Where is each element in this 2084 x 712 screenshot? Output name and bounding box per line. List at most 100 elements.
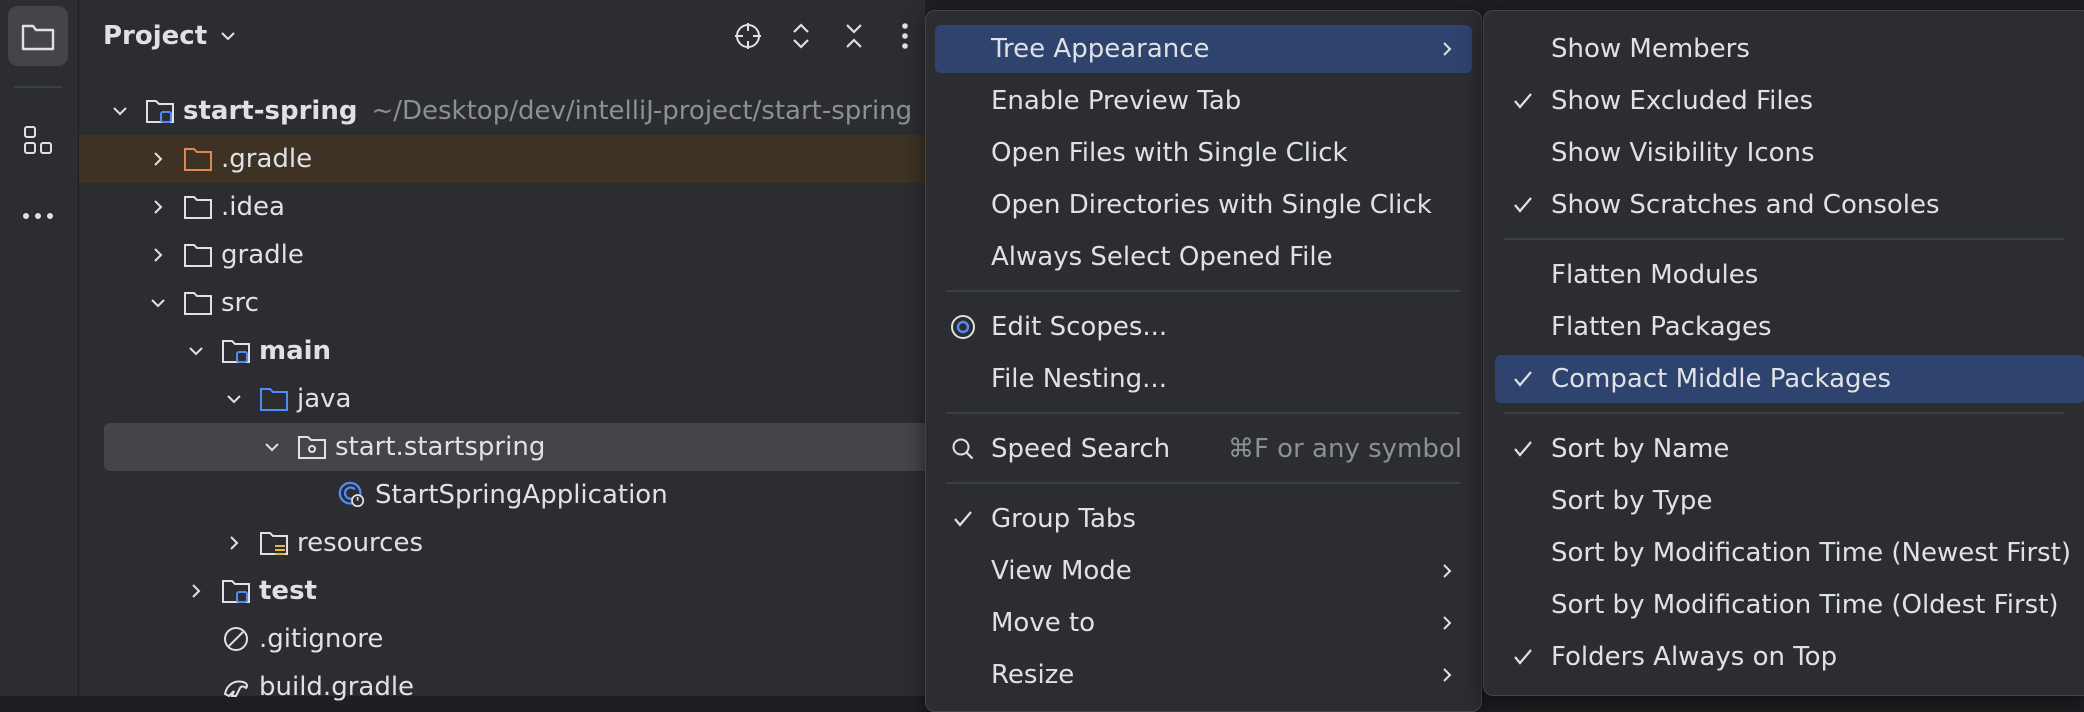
- menu-separator: [1504, 412, 2064, 414]
- chevron-right-icon[interactable]: [183, 578, 209, 604]
- checkmark-icon: [1509, 435, 1537, 463]
- spring-class-icon: [337, 480, 367, 510]
- chevron-down-icon: [221, 32, 235, 41]
- menu-item-resize[interactable]: Resize: [935, 651, 1472, 699]
- menu-item-sort-by-type[interactable]: Sort by Type: [1495, 477, 2084, 525]
- checkmark-icon: [1509, 643, 1537, 671]
- chevron-right-icon: [1438, 665, 1458, 685]
- module-folder-icon: [221, 576, 251, 606]
- chevron-right-icon: [1438, 613, 1458, 633]
- menu-separator: [1504, 238, 2064, 240]
- source-folder-icon: [259, 384, 289, 414]
- strip-divider: [14, 86, 62, 88]
- tree-item-label: src: [221, 288, 259, 318]
- tree-item-java[interactable]: java: [79, 375, 1067, 423]
- chevron-right-icon[interactable]: [145, 146, 171, 172]
- tree-item-label: gradle: [221, 240, 304, 270]
- menu-item-folders-always-on-top[interactable]: Folders Always on Top: [1495, 633, 2084, 681]
- gradle-icon: [221, 672, 251, 702]
- options-button[interactable]: [887, 18, 923, 54]
- module-folder-icon: [221, 336, 251, 366]
- tree-item-gradle-cache[interactable]: .gradle: [79, 135, 925, 183]
- tree-item-label: start.startspring: [335, 432, 546, 462]
- excluded-folder-icon: [183, 144, 213, 174]
- chevron-right-icon[interactable]: [221, 530, 247, 556]
- crosshair-icon: [735, 23, 761, 49]
- menu-item-flatten-modules[interactable]: Flatten Modules: [1495, 251, 2084, 299]
- menu-item-speed-search[interactable]: Speed Search ⌘F or any symbol: [935, 425, 1472, 473]
- package-icon: [297, 432, 327, 462]
- menu-item-edit-scopes[interactable]: Edit Scopes...: [935, 303, 1472, 351]
- tree-item-build-gradle[interactable]: build.gradle: [79, 663, 1029, 711]
- project-view-selector[interactable]: Project: [103, 16, 239, 56]
- tree-item-label: .idea: [221, 192, 285, 222]
- menu-item-sort-by-name[interactable]: Sort by Name: [1495, 425, 2084, 473]
- checkmark-icon: [1509, 365, 1537, 393]
- menu-item-group-tabs[interactable]: Group Tabs: [935, 495, 1472, 543]
- menu-item-show-excluded-files[interactable]: Show Excluded Files: [1495, 77, 2084, 125]
- menu-item-show-scratches-consoles[interactable]: Show Scratches and Consoles: [1495, 181, 2084, 229]
- project-panel: Project start-spring ~/Desktop/dev/intel…: [79, 0, 1080, 702]
- checkmark-icon: [1509, 191, 1537, 219]
- menu-item-view-mode[interactable]: View Mode: [935, 547, 1472, 595]
- ignored-file-icon: [221, 624, 251, 654]
- tree-item-start-spring[interactable]: start-spring ~/Desktop/dev/intelliJ-proj…: [79, 87, 953, 135]
- folder-icon: [183, 288, 213, 318]
- locate-file-button[interactable]: [730, 18, 766, 54]
- more-tools-button[interactable]: [8, 186, 68, 246]
- checkmark-icon: [1509, 87, 1537, 115]
- tree-item-label: StartSpringApplication: [375, 480, 668, 510]
- chevron-right-icon[interactable]: [145, 194, 171, 220]
- tree-item-label: resources: [297, 528, 424, 558]
- menu-item-sort-by-mod-time-oldest[interactable]: Sort by Modification Time (Oldest First): [1495, 581, 2084, 629]
- menu-item-always-select-opened-file[interactable]: Always Select Opened File: [935, 233, 1472, 281]
- tree-item-idea[interactable]: .idea: [79, 183, 991, 231]
- more-vertical-icon: [902, 23, 908, 49]
- menu-item-compact-middle-packages[interactable]: Compact Middle Packages: [1495, 355, 2084, 403]
- tree-item-gitignore[interactable]: .gitignore: [79, 615, 1029, 663]
- menu-item-open-files-single-click[interactable]: Open Files with Single Click: [935, 129, 1472, 177]
- chevron-right-icon: [1438, 39, 1458, 59]
- menu-item-show-members[interactable]: Show Members: [1495, 25, 2084, 73]
- tree-item-gradle[interactable]: gradle: [79, 231, 991, 279]
- chevron-down-icon[interactable]: [183, 338, 209, 364]
- more-horizontal-icon: [23, 213, 53, 219]
- chevron-right-icon[interactable]: [145, 242, 171, 268]
- chevron-right-icon: [1438, 561, 1458, 581]
- menu-item-move-to[interactable]: Move to: [935, 599, 1472, 647]
- tree-item-main[interactable]: main: [79, 327, 1029, 375]
- folder-icon: [21, 24, 55, 51]
- menu-item-tree-appearance[interactable]: Tree Appearance: [935, 25, 1472, 73]
- menu-item-show-visibility-icons[interactable]: Show Visibility Icons: [1495, 129, 2084, 177]
- structure-tool-button[interactable]: [8, 110, 68, 170]
- expand-all-button[interactable]: [783, 18, 819, 54]
- tree-item-label: start-spring: [183, 96, 358, 126]
- folder-icon: [183, 192, 213, 222]
- search-icon: [949, 435, 977, 463]
- menu-item-file-nesting[interactable]: File Nesting...: [935, 355, 1472, 403]
- tree-appearance-submenu: Show Members Show Excluded Files Show Vi…: [1483, 10, 2084, 696]
- tree-item-label: main: [259, 336, 332, 366]
- tree-item-test[interactable]: test: [79, 567, 1029, 615]
- tree-item-label: build.gradle: [259, 672, 415, 702]
- resources-folder-icon: [259, 528, 289, 558]
- collapse-all-icon: [846, 24, 862, 48]
- menu-item-sort-by-mod-time-newest[interactable]: Sort by Modification Time (Newest First): [1495, 529, 2084, 577]
- tree-item-resources[interactable]: resources: [79, 519, 1067, 567]
- menu-item-enable-preview-tab[interactable]: Enable Preview Tab: [935, 77, 1472, 125]
- menu-item-flatten-packages[interactable]: Flatten Packages: [1495, 303, 2084, 351]
- options-popup-menu: Tree Appearance Enable Preview Tab Open …: [925, 10, 1482, 712]
- chevron-down-icon[interactable]: [259, 434, 285, 460]
- tree-item-label: java: [297, 384, 352, 414]
- tree-item-label: test: [259, 576, 317, 606]
- panel-title: Project: [103, 21, 208, 51]
- menu-separator: [946, 290, 1461, 292]
- chevron-down-icon[interactable]: [107, 98, 133, 124]
- menu-item-open-directories-single-click[interactable]: Open Directories with Single Click: [935, 181, 1472, 229]
- chevron-down-icon[interactable]: [145, 290, 171, 316]
- tree-item-src[interactable]: src: [79, 279, 991, 327]
- chevron-down-icon[interactable]: [221, 386, 247, 412]
- collapse-all-button[interactable]: [836, 18, 872, 54]
- expand-all-icon: [793, 23, 809, 49]
- project-tool-button[interactable]: [8, 6, 68, 66]
